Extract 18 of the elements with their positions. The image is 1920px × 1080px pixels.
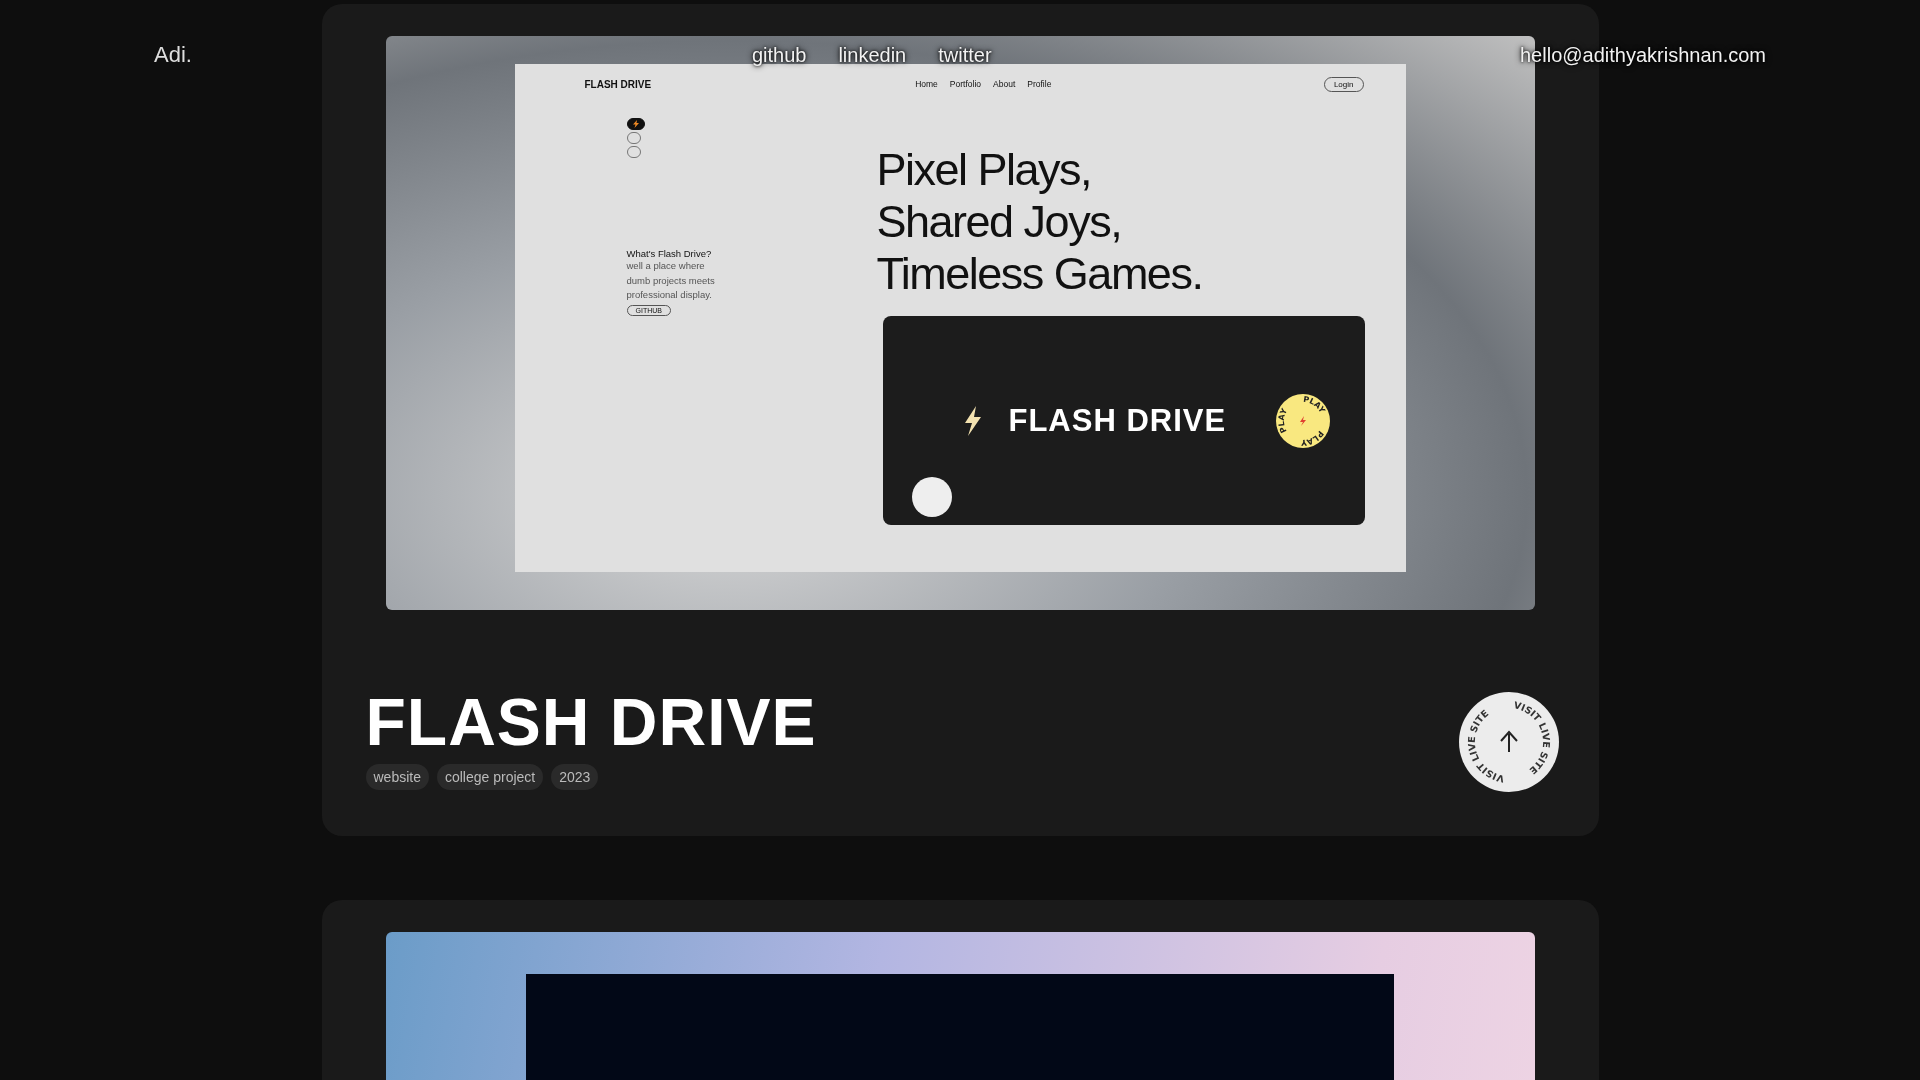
banner-title: FLASH DRIVE	[1008, 403, 1227, 439]
tag: college project	[436, 764, 544, 790]
intro-heading: What's Flash Drive?	[626, 248, 712, 259]
nav-link[interactable]: linkedin	[838, 43, 907, 67]
project-title: FLASH DRIVE	[365, 684, 817, 761]
tag: 2023	[551, 764, 599, 790]
circle-icon	[911, 477, 952, 517]
intro-text: well a place where dumb projects meets professional display.	[626, 259, 716, 302]
headline-line: Pixel Plays,	[876, 144, 1093, 196]
nav-link[interactable]: github	[751, 43, 807, 67]
headline-line: Shared Joys,	[876, 196, 1123, 248]
site-logo-text: FLASH DRIVE	[584, 78, 652, 90]
tag: website	[365, 764, 429, 790]
lightning-icon	[962, 406, 983, 436]
nav-link[interactable]: twitter	[938, 43, 992, 67]
site-logo[interactable]: Adi.	[154, 42, 192, 68]
arrow-up-icon	[1499, 730, 1518, 753]
headline-line: Timeless Games.	[876, 248, 1204, 300]
